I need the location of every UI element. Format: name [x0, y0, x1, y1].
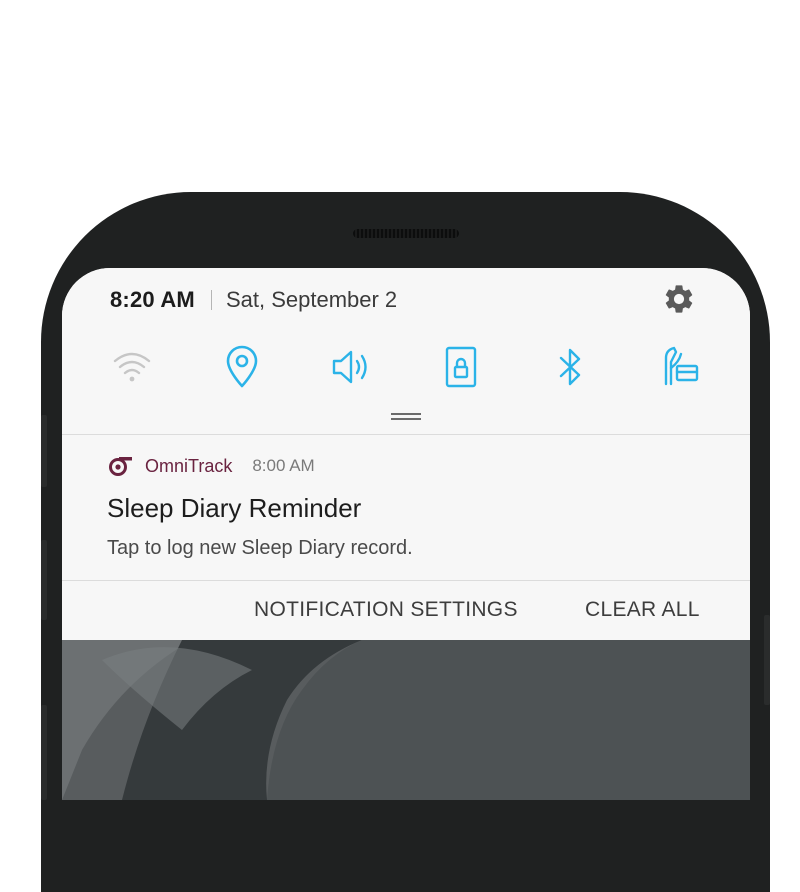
wifi-icon[interactable]: [109, 344, 155, 390]
expand-handle[interactable]: [391, 413, 421, 421]
notification-actions: NOTIFICATION SETTINGS CLEAR ALL: [62, 581, 750, 640]
volume-down-button: [41, 540, 47, 620]
power-button: [764, 615, 770, 705]
earpiece-speaker: [353, 229, 459, 238]
app-name: OmniTrack: [145, 455, 233, 476]
date-label: Sat, September 2: [225, 287, 398, 312]
notification-settings-button[interactable]: NOTIFICATION SETTINGS: [254, 598, 518, 622]
power-saving-icon[interactable]: [657, 344, 703, 390]
speaker-icon[interactable]: [329, 344, 375, 390]
volume-up-button: [41, 415, 47, 487]
notification-time: 8:00 AM: [252, 456, 315, 475]
notification-title: Sleep Diary Reminder: [107, 493, 362, 523]
wallpaper: [62, 640, 750, 800]
status-row: 8:20 AM Sat, September 2: [110, 284, 397, 316]
gear-icon[interactable]: [662, 282, 696, 316]
clock-time: 8:20 AM: [110, 287, 195, 312]
divider: [210, 290, 212, 310]
notification-header: OmniTrack 8:00 AM: [107, 454, 315, 478]
lock-rotation-icon[interactable]: [438, 344, 484, 390]
phone-screen: 8:20 AM Sat, September 2 OmniTrack 8:00 …: [62, 268, 750, 800]
omnitrack-app-icon: [109, 457, 132, 476]
location-pin-icon[interactable]: [219, 344, 265, 390]
clear-all-button[interactable]: CLEAR ALL: [585, 598, 700, 622]
wallpaper-shapes: [62, 640, 750, 800]
notification-card[interactable]: OmniTrack 8:00 AM Sleep Diary Reminder T…: [62, 435, 750, 580]
assistant-button: [41, 705, 47, 800]
notification-panel-header: 8:20 AM Sat, September 2: [62, 268, 750, 434]
notification-body: Tap to log new Sleep Diary record.: [107, 537, 413, 559]
bluetooth-icon[interactable]: [547, 344, 593, 390]
